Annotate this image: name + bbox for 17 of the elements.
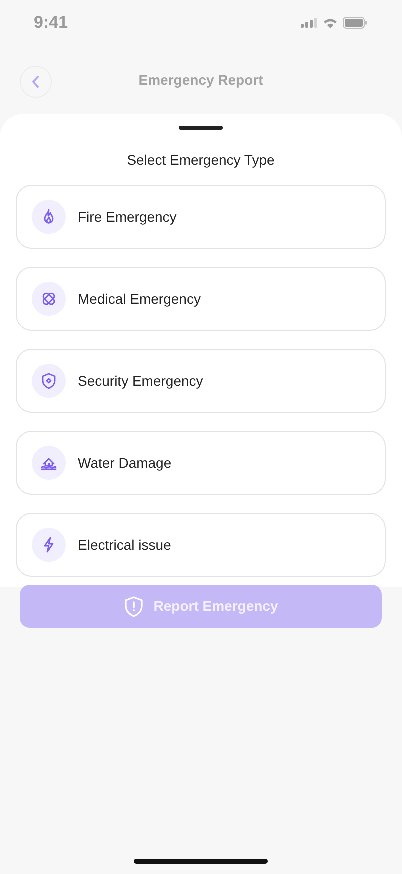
battery-icon: [343, 17, 368, 29]
shield-icon: [40, 372, 58, 390]
back-icon: [32, 76, 40, 88]
shield-alert-icon: [124, 596, 144, 618]
wifi-icon: [323, 18, 338, 28]
sheet-handle[interactable]: [179, 126, 223, 130]
signal-icon: [301, 18, 318, 28]
emergency-option[interactable]: Medical Emergency: [16, 267, 386, 331]
bandage-icon: [40, 290, 58, 308]
back-button[interactable]: [20, 66, 52, 98]
emergency-option[interactable]: Fire Emergency: [16, 185, 386, 249]
emergency-option[interactable]: Electrical issue: [16, 513, 386, 577]
screen-title: Emergency Report: [138, 70, 264, 90]
status-time: 9:41: [34, 12, 68, 34]
emergency-option[interactable]: Water Damage: [16, 431, 386, 495]
sheet-title: Select Emergency Type: [126, 151, 276, 170]
emergency-option[interactable]: Security Emergency: [16, 349, 386, 413]
